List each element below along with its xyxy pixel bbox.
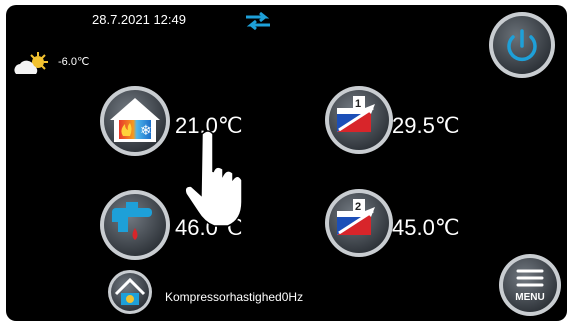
svg-text:1: 1 [355,98,361,110]
display-panel [6,5,567,321]
sun-cloud-icon [14,52,48,74]
swap-arrows-icon[interactable] [243,10,273,32]
power-button[interactable] [487,10,557,80]
heating-circuit-2-button[interactable]: 2 [323,187,395,259]
heating-circuit-1-button[interactable]: 1 [323,84,395,156]
hot-water-button[interactable] [98,188,172,262]
outdoor-temperature: -6.0℃ [58,56,90,68]
svg-text:2: 2 [355,201,361,213]
compressor-speed: Kompressorhastighed0Hz [165,290,304,304]
menu-button[interactable]: MENU [497,252,563,318]
svg-text:❄: ❄ [140,123,152,139]
circuit-2-temperature[interactable]: 45.0℃ [392,215,460,241]
date-time: 28.7.2021 12:49 [92,12,186,27]
thermostat-screen: 28.7.2021 12:49 -6.0℃ ❄ 21.0℃ 1 29.5℃ 46… [0,0,573,329]
pointer-hand-icon [185,130,243,227]
room-button[interactable]: ❄ [98,84,172,158]
menu-label: MENU [515,292,544,303]
status-button[interactable] [106,268,154,316]
circuit-1-temperature[interactable]: 29.5℃ [392,113,460,139]
